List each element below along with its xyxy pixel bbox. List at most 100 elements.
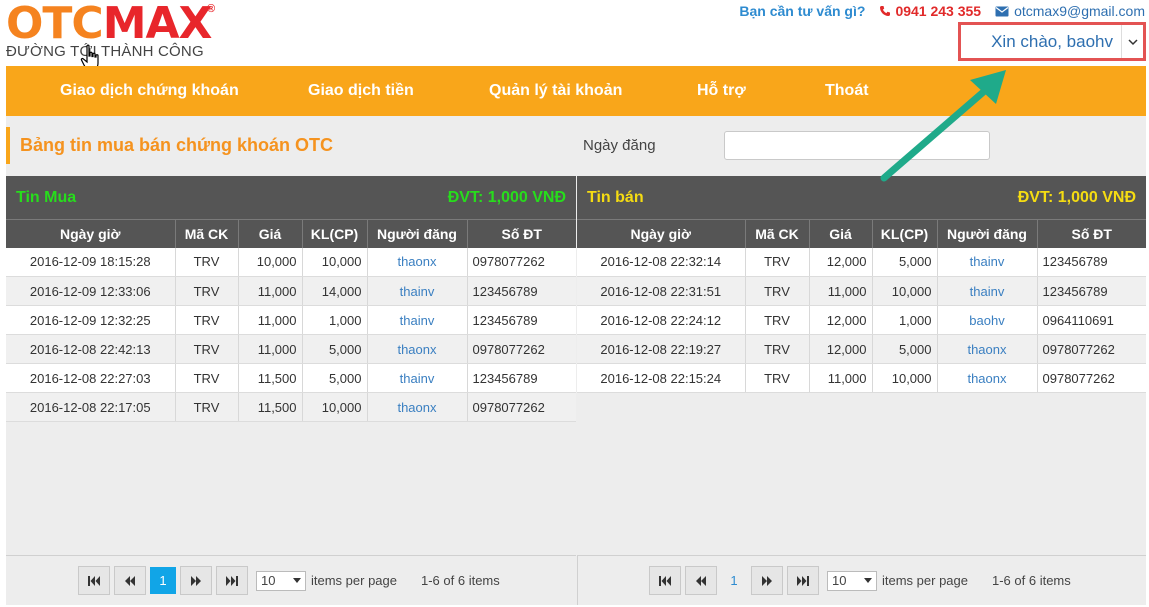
first-page-icon[interactable] <box>649 566 681 595</box>
col-header-price[interactable]: Giá <box>808 219 872 248</box>
cell-volume: 1,000 <box>871 305 937 335</box>
nav-item-support[interactable]: Hỗ trợ <box>697 66 746 116</box>
contact-bar: Bạn cần tư vấn gì? 0941 243 355 otcmax9@… <box>739 3 1145 19</box>
cell-datetime: 2016-12-08 22:15:24 <box>577 363 745 393</box>
buy-table: Ngày giờ Mã CK Giá KL(CP) Người đăng Số … <box>6 219 576 422</box>
chevron-down-icon[interactable] <box>1121 25 1143 58</box>
poster-link[interactable]: thainv <box>400 284 435 299</box>
col-header-code[interactable]: Mã CK <box>174 219 238 248</box>
poster-link[interactable]: thaonx <box>967 342 1006 357</box>
nav-item-logout[interactable]: Thoát <box>825 66 869 116</box>
cell-phone: 0978077262 <box>1036 334 1146 364</box>
poster-link[interactable]: thainv <box>970 284 1005 299</box>
cell-poster: thainv <box>936 247 1037 277</box>
table-row[interactable]: 2016-12-08 22:31:51 TRV 11,000 10,000 thainv… <box>577 276 1146 306</box>
sell-panel-header: Tin bán ĐVT: 1,000 VNĐ <box>577 176 1146 219</box>
col-header-code[interactable]: Mã CK <box>744 219 809 248</box>
hotline[interactable]: 0941 243 355 <box>879 3 981 19</box>
pager-summary: 1-6 of 6 items <box>992 573 1071 588</box>
table-row[interactable]: 2016-12-08 22:42:13 TRV 11,000 5,000 thaonx 0… <box>6 334 576 364</box>
table-row[interactable]: 2016-12-09 18:15:28 TRV 10,000 10,000 thaonx… <box>6 247 576 277</box>
table-row[interactable]: 2016-12-08 22:17:05 TRV 11,500 10,000 thaonx… <box>6 392 576 422</box>
items-per-page-label: items per page <box>311 573 397 588</box>
cell-code: TRV <box>744 276 809 306</box>
table-row[interactable]: 2016-12-08 22:24:12 TRV 12,000 1,000 baohv 09… <box>577 305 1146 335</box>
col-header-phone[interactable]: Số ĐT <box>466 219 576 248</box>
cell-volume: 10,000 <box>301 392 367 422</box>
cell-datetime: 2016-12-08 22:27:03 <box>6 363 175 393</box>
poster-link[interactable]: thaonx <box>397 254 436 269</box>
col-header-poster[interactable]: Người đăng <box>936 219 1037 248</box>
logo-otc-text: OTC <box>6 0 104 49</box>
poster-link[interactable]: thainv <box>400 371 435 386</box>
poster-link[interactable]: thaonx <box>397 400 436 415</box>
table-row[interactable]: 2016-12-08 22:19:27 TRV 12,000 5,000 thaonx 0… <box>577 334 1146 364</box>
table-row[interactable]: 2016-12-08 22:15:24 TRV 11,000 10,000 thaonx… <box>577 363 1146 393</box>
cell-code: TRV <box>174 392 238 422</box>
last-page-icon[interactable] <box>216 566 248 595</box>
logo-wordmark: OTCMAX <box>6 0 212 49</box>
caret-down-icon <box>864 578 872 583</box>
table-row[interactable]: 2016-12-09 12:33:06 TRV 11,000 14,000 thainv… <box>6 276 576 306</box>
prev-page-icon[interactable] <box>114 566 146 595</box>
col-header-volume[interactable]: KL(CP) <box>301 219 367 248</box>
poster-link[interactable]: baohv <box>969 313 1004 328</box>
email-contact[interactable]: otcmax9@gmail.com <box>995 3 1145 19</box>
advise-link[interactable]: Bạn cần tư vấn gì? <box>739 3 865 19</box>
poster-link[interactable]: thainv <box>970 254 1005 269</box>
poster-link[interactable]: thaonx <box>967 371 1006 386</box>
cell-poster: thainv <box>366 363 467 393</box>
col-header-poster[interactable]: Người đăng <box>366 219 467 248</box>
cell-datetime: 2016-12-08 22:31:51 <box>577 276 745 306</box>
page-number-current[interactable]: 1 <box>150 567 176 594</box>
cell-code: TRV <box>744 334 809 364</box>
page-number-current[interactable]: 1 <box>721 567 747 594</box>
first-page-icon[interactable] <box>78 566 110 595</box>
poster-link[interactable]: thainv <box>400 313 435 328</box>
next-page-icon[interactable] <box>180 566 212 595</box>
user-menu-dropdown[interactable]: Xin chào, baohv <box>958 22 1146 61</box>
col-header-datetime[interactable]: Ngày giờ <box>6 219 175 248</box>
page-size-select[interactable]: 10 <box>827 570 877 591</box>
table-row[interactable]: 2016-12-08 22:27:03 TRV 11,500 5,000 thainv 1… <box>6 363 576 393</box>
nav-item-account[interactable]: Quản lý tài khoản <box>489 66 622 116</box>
cell-code: TRV <box>174 363 238 393</box>
buy-panel: Tin Mua ĐVT: 1,000 VNĐ Ngày giờ Mã CK Gi… <box>6 176 576 422</box>
last-page-icon[interactable] <box>787 566 819 595</box>
col-header-volume[interactable]: KL(CP) <box>871 219 937 248</box>
sell-panel: Tin bán ĐVT: 1,000 VNĐ Ngày giờ Mã CK Gi… <box>577 176 1146 393</box>
col-header-phone[interactable]: Số ĐT <box>1036 219 1146 248</box>
cell-phone: 123456789 <box>1036 247 1146 277</box>
table-row[interactable]: 2016-12-08 22:32:14 TRV 12,000 5,000 thainv 1… <box>577 247 1146 277</box>
nav-item-money-trading[interactable]: Giao dịch tiền <box>308 66 414 116</box>
pager-summary: 1-6 of 6 items <box>421 573 500 588</box>
email-address: otcmax9@gmail.com <box>1014 3 1145 19</box>
sell-panel-title: Tin bán <box>587 188 644 206</box>
col-header-price[interactable]: Giá <box>237 219 302 248</box>
page-size-value: 10 <box>261 573 276 588</box>
col-header-datetime[interactable]: Ngày giờ <box>577 219 745 248</box>
table-row[interactable]: 2016-12-09 12:32:25 TRV 11,000 1,000 thainv 1… <box>6 305 576 335</box>
cell-volume: 10,000 <box>871 363 937 393</box>
page-title: Bảng tin mua bán chứng khoán OTC <box>6 127 333 164</box>
otcmax-logo[interactable]: OTCMAX ® ĐƯỜNG TỚI THÀNH CÔNG <box>6 2 226 64</box>
sell-table-body: 2016-12-08 22:32:14 TRV 12,000 5,000 thainv 1… <box>577 247 1146 393</box>
prev-page-icon[interactable] <box>685 566 717 595</box>
cell-price: 11,000 <box>237 334 302 364</box>
cell-volume: 5,000 <box>871 247 937 277</box>
buy-panel-title: Tin Mua <box>16 188 77 206</box>
cell-price: 12,000 <box>808 247 872 277</box>
poster-link[interactable]: thaonx <box>397 342 436 357</box>
caret-down-icon <box>293 578 301 583</box>
page-size-select[interactable]: 10 <box>256 570 306 591</box>
cell-datetime: 2016-12-08 22:19:27 <box>577 334 745 364</box>
next-page-icon[interactable] <box>751 566 783 595</box>
cell-price: 11,000 <box>808 276 872 306</box>
phone-icon <box>880 6 891 16</box>
nav-item-stock-trading[interactable]: Giao dịch chứng khoán <box>60 66 239 116</box>
table-header-row: Ngày giờ Mã CK Giá KL(CP) Người đăng Số … <box>577 219 1146 248</box>
buy-table-body: 2016-12-09 18:15:28 TRV 10,000 10,000 thaonx… <box>6 247 576 422</box>
cell-volume: 10,000 <box>301 247 367 277</box>
cell-phone: 0978077262 <box>1036 363 1146 393</box>
cell-code: TRV <box>174 276 238 306</box>
